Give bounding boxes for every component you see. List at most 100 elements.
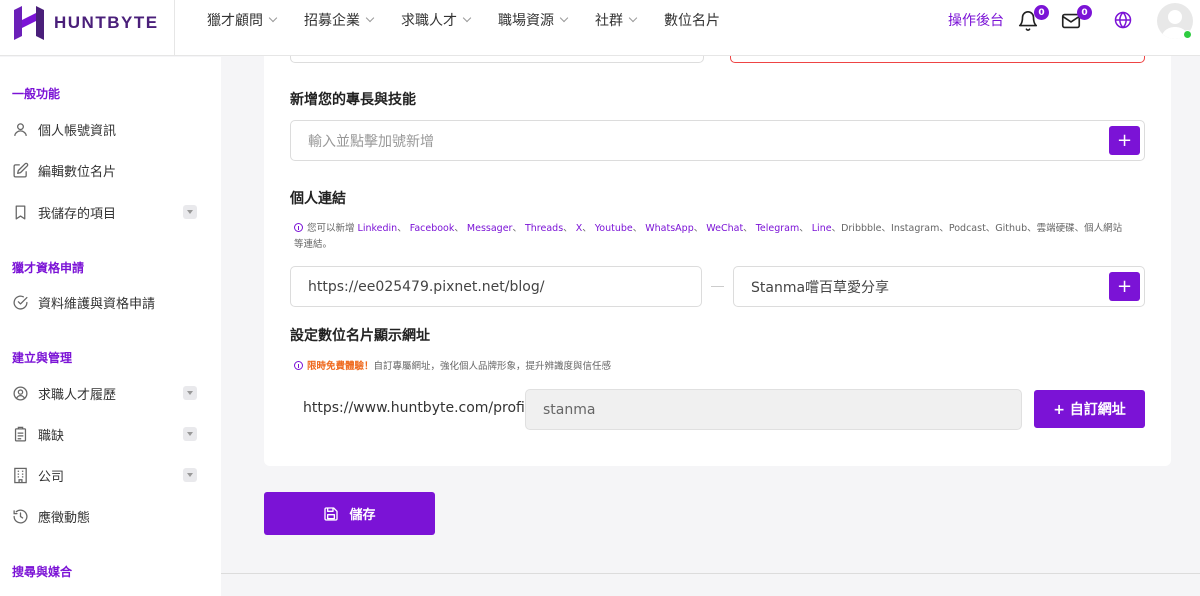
card-url-prefix: https://www.huntbyte.com/profile/ — [303, 400, 543, 416]
sidebar-item-label: 應徵動態 — [38, 510, 91, 526]
info-icon — [294, 223, 303, 232]
huntbyte-logo-icon — [14, 6, 44, 40]
save-button[interactable]: 儲存 — [264, 492, 435, 535]
globe-icon — [1114, 11, 1132, 29]
bookmark-icon — [15, 204, 26, 220]
check-circle-icon — [13, 295, 28, 310]
previous-input-field[interactable] — [290, 56, 704, 63]
link-url-input[interactable]: https://ee025479.pixnet.net/blog/ — [290, 266, 702, 307]
card-url-hint: 限時免費體驗！自訂專屬網址，強化個人品牌形象，提升辨識度與信任感 — [294, 359, 1144, 375]
add-link-button[interactable]: + — [1109, 272, 1140, 301]
hint-link-linkedin: Linkedin — [357, 223, 398, 234]
nav-item-talent[interactable]: 求職人才 — [401, 10, 472, 30]
footer-divider — [221, 573, 1200, 574]
notification-badge: 0 — [1034, 5, 1049, 20]
huntbyte-logo[interactable]: HUNTBYTE — [12, 3, 159, 43]
sidebar-item-label: 公司 — [38, 469, 65, 485]
caret-down-icon[interactable] — [183, 427, 197, 441]
brand-name: HUNTBYTE — [54, 13, 159, 32]
caret-down-icon[interactable] — [183, 205, 197, 219]
sidebar-group-search: 搜尋與媒合 — [12, 565, 73, 579]
caret-down-icon[interactable] — [183, 386, 197, 400]
message-button[interactable]: 0 — [1060, 5, 1092, 34]
sidebar-item-jobs[interactable]: 職缺 — [12, 422, 197, 446]
sidebar-group-qualification: 獵才資格申請 — [12, 261, 85, 275]
hint-link-line: Line — [811, 223, 832, 234]
clipboard-icon — [14, 426, 27, 442]
promo-text: 限時免費體驗！ — [307, 361, 374, 372]
sidebar-item-label: 求職人才履歷 — [38, 387, 117, 403]
sidebar-item-company[interactable]: 公司 — [12, 463, 197, 487]
dashboard-link[interactable]: 操作後台 — [948, 10, 1004, 30]
notification-button[interactable]: 0 — [1017, 5, 1049, 34]
hint-link-whatsapp: WhatsApp — [645, 223, 694, 234]
nav-item-headhunter[interactable]: 獵才顧問 — [207, 10, 278, 30]
hint-link-messager: Messager — [466, 223, 513, 234]
hint-rest: 、Dribbble、Instagram、Podcast、Github、雲端硬碟、… — [831, 223, 1123, 234]
message-badge: 0 — [1077, 5, 1092, 20]
chevron-down-icon — [628, 13, 638, 23]
user-circle-icon — [13, 385, 28, 401]
nav-label: 招募企業 — [304, 13, 360, 29]
sidebar-item-label: 我儲存的項目 — [38, 206, 117, 222]
history-icon — [13, 509, 28, 524]
hint-prefix: 您可以新增 — [307, 223, 355, 234]
main-menu: 獵才顧問 招募企業 求職人才 職場資源 社群 數位名片 — [207, 0, 748, 40]
link-name-input[interactable]: Stanma嚐百草愛分享 — [733, 266, 1145, 307]
hint-link-youtube: Youtube — [594, 223, 633, 234]
info-icon — [294, 361, 303, 370]
hint-tail: 等連結。 — [294, 239, 333, 250]
save-label: 儲存 — [349, 508, 376, 523]
previous-input-field-error[interactable] — [730, 56, 1145, 63]
nav-label: 職場資源 — [498, 13, 554, 29]
sidebar-item-account[interactable]: 個人帳號資訊 — [12, 117, 197, 141]
sidebar-group-general: 一般功能 — [12, 87, 61, 101]
hint-link-wechat: WeChat — [706, 223, 744, 234]
chevron-down-icon — [462, 13, 472, 23]
add-skill-button[interactable]: + — [1109, 126, 1140, 155]
card-url-section-title: 設定數位名片顯示網址 — [290, 328, 430, 344]
hint-link-x: X — [575, 223, 583, 234]
user-icon — [14, 122, 27, 136]
nav-item-employer[interactable]: 招募企業 — [304, 10, 375, 30]
chevron-down-icon — [365, 13, 375, 23]
card-url-slug-input[interactable]: stanma — [525, 389, 1022, 430]
nav-label: 數位名片 — [664, 13, 720, 29]
language-button[interactable] — [1113, 10, 1137, 34]
sidebar-group-manage: 建立與管理 — [12, 351, 73, 365]
skills-section-title: 新增您的專長與技能 — [290, 92, 416, 108]
sidebar-item-activity[interactable]: 應徵動態 — [12, 504, 197, 528]
links-section-title: 個人連結 — [290, 191, 346, 207]
links-hint: 您可以新增 Linkedin、 Facebook、 Messager、 Thre… — [294, 223, 1123, 250]
nav-item-digital-card[interactable]: 數位名片 — [664, 10, 720, 30]
hint-link-telegram: Telegram — [755, 223, 800, 234]
nav-item-community[interactable]: 社群 — [595, 10, 638, 30]
hint-link-facebook: Facebook — [409, 223, 455, 234]
sidebar-item-saved[interactable]: 我儲存的項目 — [12, 200, 197, 224]
online-status-dot — [1183, 30, 1192, 39]
sidebar: 一般功能 個人帳號資訊 編輯數位名片 我儲存的項目 獵才資格申請 資料維護與資格… — [0, 57, 221, 596]
sidebar-item-resume[interactable]: 求職人才履歷 — [12, 381, 197, 405]
custom-url-button[interactable]: + 自訂網址 — [1034, 390, 1145, 428]
skill-input[interactable]: 輸入並點擊加號新增 — [290, 120, 1145, 161]
input-separator — [711, 286, 724, 287]
edit-icon — [13, 162, 29, 178]
nav-label: 求職人才 — [401, 13, 457, 29]
sidebar-item-edit-card[interactable]: 編輯數位名片 — [12, 158, 197, 182]
building-icon — [14, 467, 27, 483]
chevron-down-icon — [268, 13, 278, 23]
sidebar-item-qualify[interactable]: 資料維護與資格申請 — [12, 290, 197, 314]
nav-label: 獵才顧問 — [207, 13, 263, 29]
sidebar-item-label: 職缺 — [38, 428, 65, 444]
chevron-down-icon — [559, 13, 569, 23]
caret-down-icon[interactable] — [183, 468, 197, 482]
sidebar-item-label: 編輯數位名片 — [38, 164, 117, 180]
nav-label: 社群 — [595, 13, 623, 29]
nav-divider — [174, 0, 175, 56]
nav-item-resources[interactable]: 職場資源 — [498, 10, 569, 30]
sidebar-item-label: 個人帳號資訊 — [38, 123, 117, 139]
card-url-hint-text: 自訂專屬網址，強化個人品牌形象，提升辨識度與信任感 — [373, 361, 612, 372]
hint-link-threads: Threads — [524, 223, 564, 234]
top-navbar: HUNTBYTE 獵才顧問 招募企業 求職人才 職場資源 社群 數位名片 操作後… — [0, 0, 1200, 56]
save-icon — [324, 506, 339, 521]
